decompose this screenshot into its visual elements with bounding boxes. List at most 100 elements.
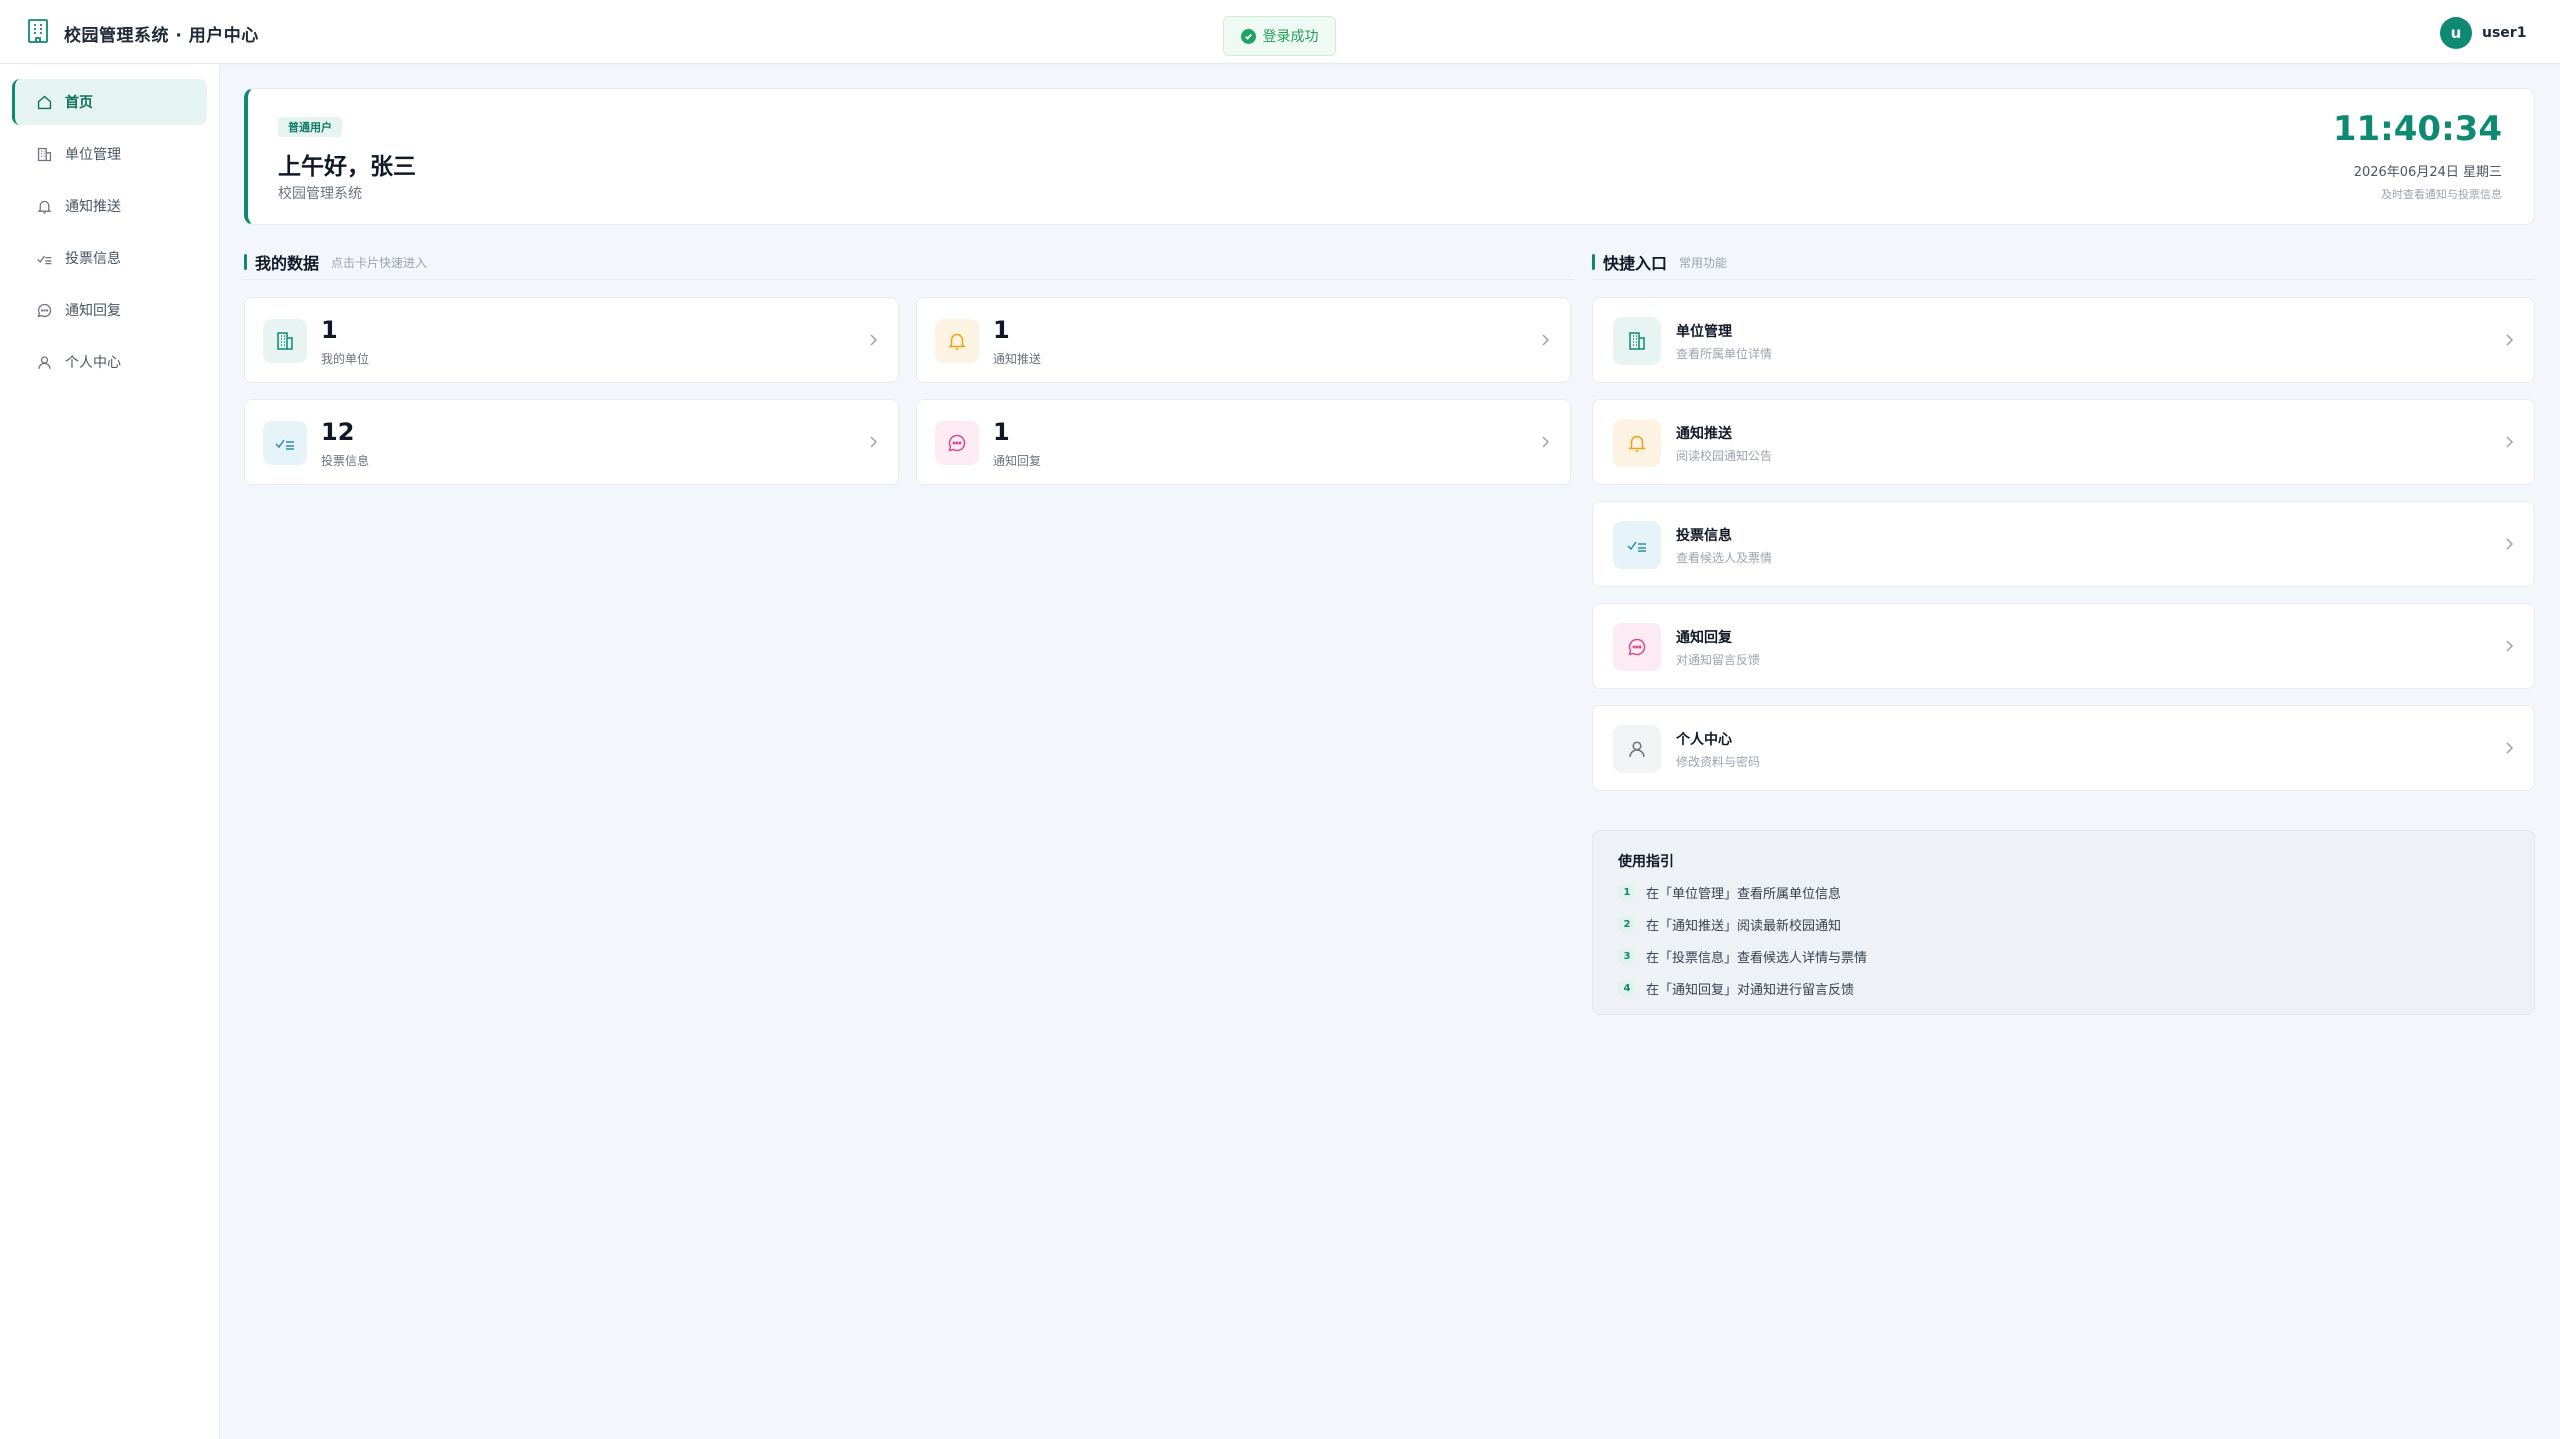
my-data-header: 我的数据 点击卡片快速进入	[244, 251, 427, 273]
sidebar-item-label: 通知推送	[65, 199, 121, 215]
step-text: 在「通知回复」对通知进行留言反馈	[1646, 983, 1855, 998]
stat-card-votes[interactable]: 12 投票信息	[244, 399, 899, 485]
section-bar	[244, 254, 247, 270]
vote-icon	[1613, 521, 1661, 569]
guide-step: 2 在「通知推送」阅读最新校园通知	[1618, 915, 1841, 934]
user-menu[interactable]: u user1	[2440, 17, 2526, 49]
guide-step: 1 在「单位管理」查看所属单位信息	[1618, 883, 1841, 902]
sidebar: 首页 单位管理 通知推送 投票信息 通知回复 个人中心	[0, 64, 220, 1439]
sidebar-item-home[interactable]: 首页	[12, 79, 207, 125]
welcome-card: 普通用户 上午好，张三 校园管理系统 11:40:34 2026年06月24日 …	[244, 88, 2535, 225]
step-number: 4	[1618, 979, 1636, 998]
section-bar	[1592, 254, 1595, 270]
greeting: 上午好，张三	[278, 154, 416, 180]
tip-text: 及时查看通知与投票信息	[2381, 188, 2502, 201]
divider	[244, 279, 1574, 280]
chevron-right-icon	[1542, 334, 1550, 346]
section-title: 快捷入口	[1603, 254, 1668, 273]
success-toast: 登录成功	[1223, 16, 1336, 56]
step-number: 1	[1618, 883, 1636, 902]
user-icon	[1613, 725, 1661, 773]
message-icon	[1613, 623, 1661, 671]
message-icon	[935, 421, 979, 465]
step-text: 在「通知推送」阅读最新校园通知	[1646, 919, 1842, 934]
sidebar-item-notices[interactable]: 通知推送	[12, 183, 207, 229]
sidebar-item-label: 通知回复	[65, 303, 121, 319]
stat-card-replies[interactable]: 1 通知回复	[916, 399, 1571, 485]
sidebar-item-label: 个人中心	[65, 355, 121, 371]
building-icon	[1613, 317, 1661, 365]
stat-card-notices[interactable]: 1 通知推送	[916, 297, 1571, 383]
stat-label: 投票信息	[321, 454, 370, 468]
bell-icon	[935, 319, 979, 363]
vote-icon	[37, 255, 52, 264]
chevron-right-icon	[1542, 436, 1550, 448]
stat-label: 我的单位	[321, 352, 370, 366]
divider	[1592, 279, 2535, 280]
quick-item-votes[interactable]: 投票信息 查看候选人及票情	[1592, 501, 2535, 587]
bell-icon	[1613, 419, 1661, 467]
app-title: 校园管理系统 · 用户中心	[64, 25, 259, 46]
quick-item-notices[interactable]: 通知推送 阅读校园通知公告	[1592, 399, 2535, 485]
quick-item-desc: 查看所属单位详情	[1676, 347, 1773, 361]
step-text: 在「单位管理」查看所属单位信息	[1646, 887, 1842, 902]
message-icon	[37, 303, 52, 317]
guide-step: 4 在「通知回复」对通知进行留言反馈	[1618, 979, 1854, 998]
stat-card-units[interactable]: 1 我的单位	[244, 297, 899, 383]
system-name: 校园管理系统	[278, 186, 362, 202]
stat-value: 1	[993, 418, 1010, 446]
clock: 11:40:34	[2332, 109, 2502, 149]
bell-icon	[37, 200, 52, 214]
quick-item-desc: 对通知留言反馈	[1676, 653, 1761, 667]
user-icon	[38, 355, 51, 369]
stat-value: 12	[321, 418, 355, 446]
date: 2026年06月24日 星期三	[2353, 165, 2502, 180]
quick-item-units[interactable]: 单位管理 查看所属单位详情	[1592, 297, 2535, 383]
sidebar-item-label: 投票信息	[65, 251, 121, 267]
stat-label: 通知推送	[993, 352, 1042, 366]
sidebar-item-profile[interactable]: 个人中心	[12, 339, 207, 385]
chevron-right-icon	[2506, 742, 2514, 754]
guide-step: 3 在「投票信息」查看候选人详情与票情	[1618, 947, 1867, 966]
sidebar-item-label: 首页	[65, 95, 93, 111]
section-subtitle: 点击卡片快速进入	[331, 255, 428, 270]
quick-item-title: 通知推送	[1676, 426, 1732, 442]
stat-value: 1	[993, 316, 1010, 344]
sidebar-item-votes[interactable]: 投票信息	[12, 235, 207, 281]
quick-item-title: 通知回复	[1676, 630, 1732, 646]
guide-title: 使用指引	[1618, 854, 1674, 870]
stat-label: 通知回复	[993, 454, 1042, 468]
quick-item-desc: 修改资料与密码	[1676, 755, 1761, 769]
chevron-right-icon	[2506, 538, 2514, 550]
step-text: 在「投票信息」查看候选人详情与票情	[1646, 951, 1868, 966]
section-subtitle: 常用功能	[1679, 255, 1728, 270]
building-icon	[263, 319, 307, 363]
brand: 校园管理系统 · 用户中心	[26, 18, 259, 48]
user-name[interactable]: user1	[2482, 25, 2526, 41]
chevron-right-icon	[2506, 334, 2514, 346]
step-number: 3	[1618, 947, 1636, 966]
sidebar-item-units[interactable]: 单位管理	[12, 131, 207, 177]
chevron-right-icon	[2506, 436, 2514, 448]
role-badge: 普通用户	[278, 117, 342, 137]
usage-guide: 使用指引 1 在「单位管理」查看所属单位信息 2 在「通知推送」阅读最新校园通知…	[1592, 830, 2535, 1015]
quick-item-replies[interactable]: 通知回复 对通知留言反馈	[1592, 603, 2535, 689]
quick-item-desc: 阅读校园通知公告	[1676, 449, 1773, 463]
toast-text: 登录成功	[1262, 29, 1319, 45]
sidebar-item-replies[interactable]: 通知回复	[12, 287, 207, 333]
avatar[interactable]: u	[2440, 17, 2472, 49]
quick-item-title: 个人中心	[1676, 732, 1732, 748]
section-title: 我的数据	[255, 254, 320, 273]
sidebar-item-label: 单位管理	[65, 147, 121, 163]
top-bar: 校园管理系统 · 用户中心 登录成功 u user1	[0, 0, 2560, 64]
building-icon	[26, 18, 50, 48]
check-circle-icon	[1240, 28, 1256, 44]
quick-item-profile[interactable]: 个人中心 修改资料与密码	[1592, 705, 2535, 791]
chevron-right-icon	[2506, 640, 2514, 652]
quick-entry-header: 快捷入口 常用功能	[1592, 251, 1727, 273]
building-icon	[37, 147, 52, 161]
stat-value: 1	[321, 316, 338, 344]
step-number: 2	[1618, 915, 1636, 934]
chevron-right-icon	[870, 334, 878, 346]
chevron-right-icon	[870, 436, 878, 448]
